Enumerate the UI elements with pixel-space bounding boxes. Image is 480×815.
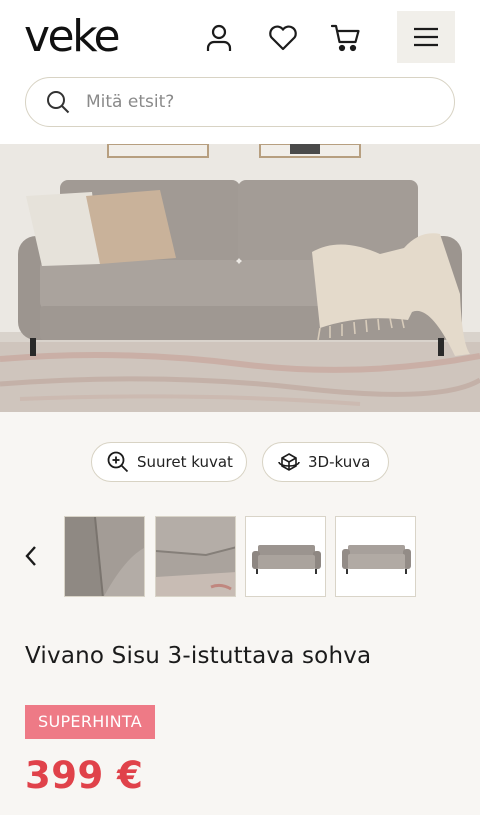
large-images-button[interactable]: Suuret kuvat <box>91 442 247 482</box>
page: veke Mitä etsit? Suuret kuvat 3D-kuva Vi… <box>0 0 480 815</box>
rotate-3d-icon <box>278 451 300 473</box>
chevron-left-icon[interactable] <box>18 541 44 571</box>
cart-icon[interactable] <box>326 18 366 58</box>
search-input[interactable] <box>86 92 426 112</box>
product-price: 399 € <box>25 754 144 797</box>
product-main-image[interactable] <box>0 144 480 412</box>
thumbnail-strip <box>0 516 480 597</box>
search-icon[interactable] <box>30 77 86 127</box>
logo[interactable]: veke <box>24 12 121 62</box>
menu-icon <box>414 27 438 47</box>
zoom-in-icon <box>107 451 129 473</box>
thumbnail-fabric-detail-1[interactable] <box>64 516 145 597</box>
heart-icon[interactable] <box>263 18 303 58</box>
price-badge: SUPERHINTA <box>25 705 155 739</box>
3d-view-button[interactable]: 3D-kuva <box>262 442 389 482</box>
thumbnail-sofa-front[interactable] <box>245 516 326 597</box>
3d-view-label: 3D-kuva <box>308 453 371 471</box>
large-images-label: Suuret kuvat <box>137 453 233 471</box>
user-icon[interactable] <box>199 18 239 58</box>
menu-button[interactable] <box>397 11 455 63</box>
product-title: Vivano Sisu 3-istuttava sohva <box>25 643 372 669</box>
site-header: veke <box>0 0 480 144</box>
thumbnail-sofa-front-alt[interactable] <box>335 516 416 597</box>
image-actions: Suuret kuvat 3D-kuva <box>0 442 480 482</box>
search-bar <box>25 77 455 127</box>
thumbnail-fabric-detail-2[interactable] <box>155 516 236 597</box>
